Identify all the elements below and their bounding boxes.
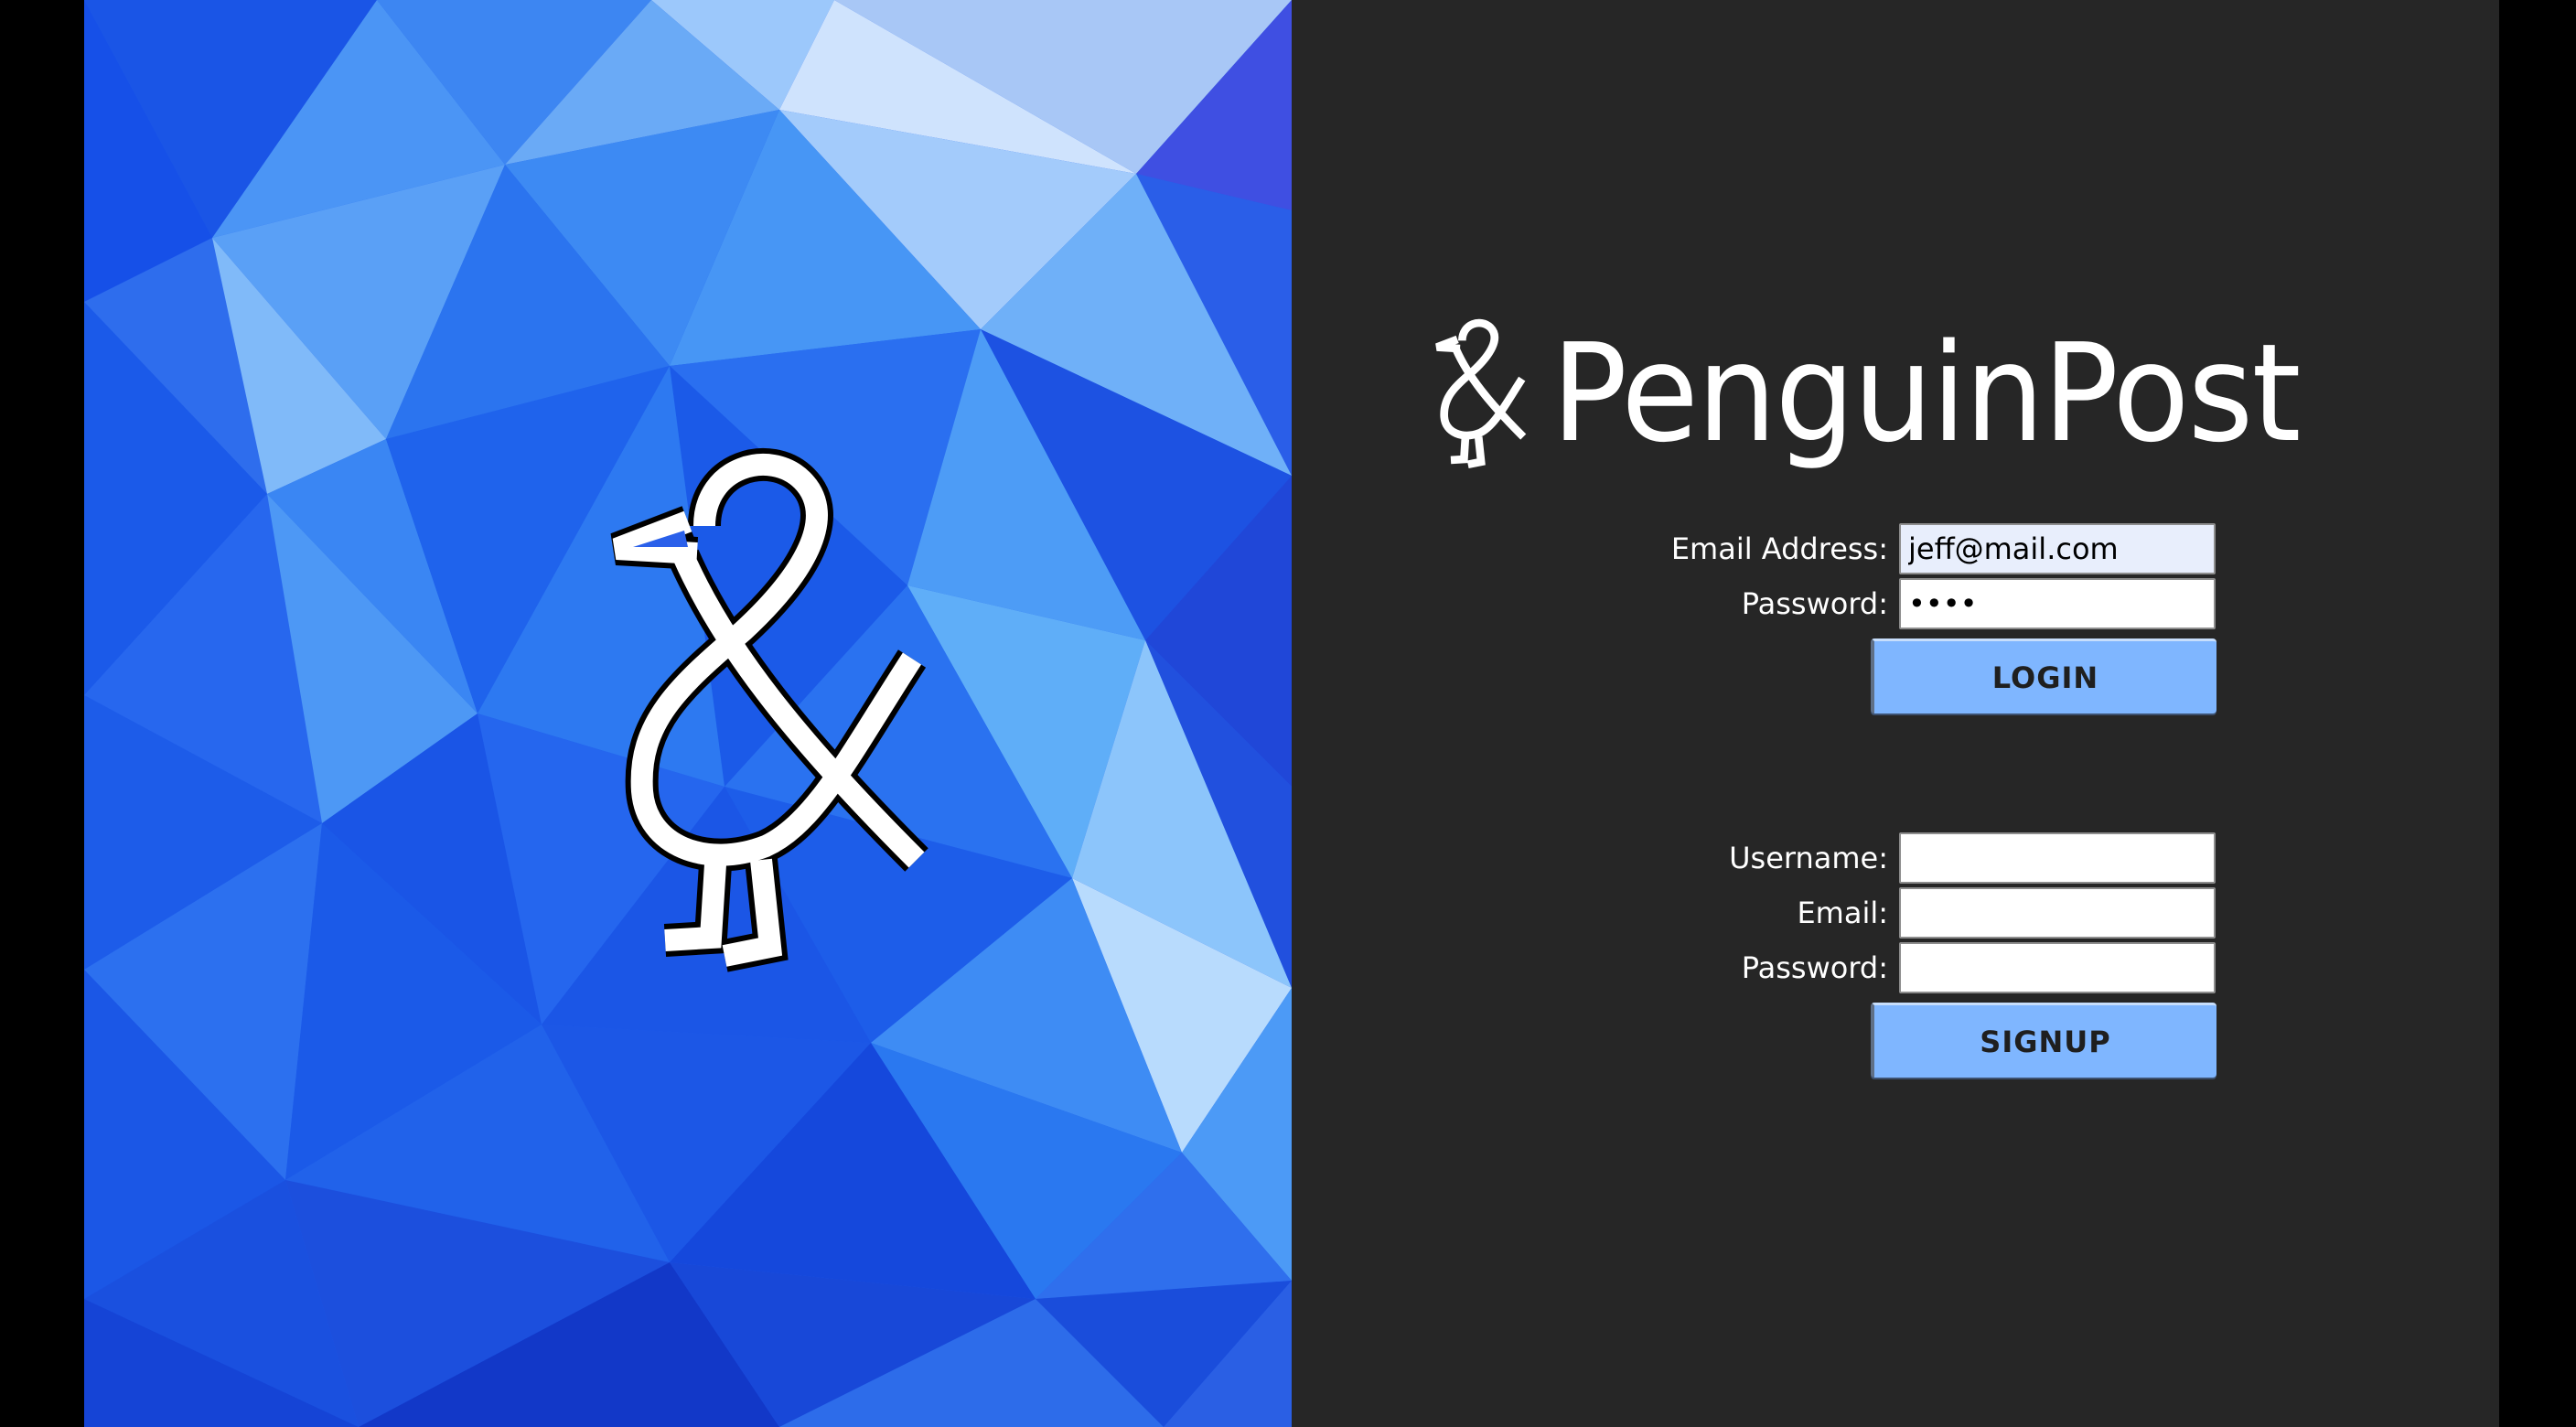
signup-password-label: Password: xyxy=(1741,950,1888,985)
login-email-label: Email Address: xyxy=(1670,531,1888,566)
auth-panel: PenguinPost Email Address: Password: LOG… xyxy=(1292,0,2499,1427)
penguin-ampersand-icon xyxy=(1435,318,1527,469)
signup-password-input[interactable] xyxy=(1899,942,2216,993)
hero-panel xyxy=(84,0,1292,1427)
brand-header: PenguinPost xyxy=(1429,311,2356,476)
app-window: PenguinPost Email Address: Password: LOG… xyxy=(84,0,2499,1427)
signup-username-row: Username: xyxy=(1584,831,2225,885)
signup-email-label: Email: xyxy=(1797,896,1888,930)
signup-button[interactable]: SIGNUP xyxy=(1871,1003,2216,1078)
login-password-label: Password: xyxy=(1741,586,1888,621)
signup-email-input[interactable] xyxy=(1899,887,2216,939)
login-form: Email Address: Password: LOGIN xyxy=(1584,521,2225,715)
signup-button-row: SIGNUP xyxy=(1584,995,2225,1079)
login-button-row: LOGIN xyxy=(1584,631,2225,715)
signup-form: Username: Email: Password: SIGNUP xyxy=(1584,831,2225,1079)
signup-username-input[interactable] xyxy=(1899,832,2216,884)
brand-name: PenguinPost xyxy=(1551,315,2301,472)
penguin-mascot-icon xyxy=(610,448,928,972)
signup-username-label: Username: xyxy=(1729,841,1888,875)
login-button[interactable]: LOGIN xyxy=(1871,638,2216,714)
login-password-row: Password: xyxy=(1584,576,2225,631)
login-email-row: Email Address: xyxy=(1584,521,2225,576)
signup-password-row: Password: xyxy=(1584,940,2225,995)
login-password-input[interactable] xyxy=(1899,578,2216,629)
signup-email-row: Email: xyxy=(1584,885,2225,940)
login-email-input[interactable] xyxy=(1899,523,2216,574)
